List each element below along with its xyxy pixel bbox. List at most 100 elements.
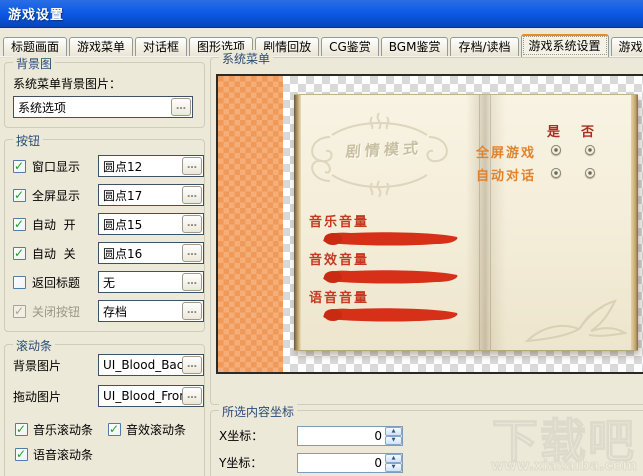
value-field[interactable]: 圆点12 … (98, 155, 204, 177)
scrollbar-drag-row: 拖动图片 UI_Blood_Front … (13, 385, 204, 407)
system-menu-bg-label: 系统菜单背景图片： (13, 77, 122, 91)
fold-line (490, 95, 491, 350)
browse-button[interactable]: … (182, 157, 202, 175)
scrollbar-bg-row: 背景图片 UI_Blood_Back … (13, 354, 204, 376)
x-coord-label: X坐标： (219, 429, 264, 443)
checkbox-window-display[interactable]: ✓ (13, 159, 26, 173)
orange-checker-strip (218, 76, 283, 372)
tab-title-screen[interactable]: 标题画面 (3, 37, 68, 57)
group-title: 滚动条 (13, 337, 56, 354)
y-coord-label: Y坐标： (219, 456, 263, 470)
y-coord-row: Y坐标： 0 ▲ ▼ (219, 452, 643, 473)
value-field[interactable]: 圆点15 … (98, 213, 204, 235)
button-row-return-title: 返回标题 无 … (13, 271, 204, 293)
row-label: 音效滚动条 (126, 423, 187, 437)
spinner-up-icon[interactable]: ▲ (385, 453, 402, 463)
checkbox-auto-on[interactable]: ✓ (13, 216, 26, 231)
value-field[interactable]: 圆点17 … (98, 184, 204, 206)
scrollbar-group: 滚动条 背景图片 UI_Blood_Back … 拖动图片 UI_Blood_F… (4, 337, 205, 476)
group-title: 系统菜单 (219, 50, 274, 67)
button-row-close-button: ✓ 关闭按钮 存档 … (13, 300, 204, 322)
tab-game-menu[interactable]: 游戏菜单 (69, 37, 134, 57)
checkbox-sfx-scrollbar[interactable]: ✓ (108, 422, 122, 436)
voice-volume-slider[interactable] (321, 307, 461, 323)
tab-bgm-gallery[interactable]: BGM鉴赏 (380, 37, 449, 57)
fold-line (479, 95, 480, 350)
checkbox-auto-off[interactable]: ✓ (13, 245, 26, 260)
checkbox-voice-scrollbar[interactable]: ✓ (15, 447, 28, 461)
phoenix-ornament-icon (524, 299, 628, 343)
tab-game-system-settings[interactable]: 游戏系统设置 (520, 34, 609, 57)
spinner-up-icon[interactable]: ▲ (385, 426, 402, 436)
auto-dialog-label: 自动对话 (476, 169, 537, 184)
button-row-auto-on: ✓ 自动 开 圆点15 … (13, 213, 204, 235)
browse-button[interactable]: … (182, 244, 202, 262)
row-label: 音乐滚动条 (33, 423, 94, 437)
sfx-volume-slider[interactable] (321, 269, 461, 285)
yes-label: 是 (547, 125, 562, 140)
fullscreen-game-label: 全屏游戏 (476, 146, 537, 161)
check-icon: ✓ (109, 422, 120, 436)
background-image-group: 背景图 系统菜单背景图片： 系统选项 … (4, 55, 205, 128)
book-right-edge (631, 95, 638, 350)
game-settings-window: 游戏设置 标题画面 游戏菜单 对话框 图形选项 剧情回放 CG鉴赏 BGM鉴赏 … (0, 0, 643, 476)
scrollbar-drag-field[interactable]: UI_Blood_Front … (98, 385, 204, 407)
x-coord-input[interactable]: 0 ▲ ▼ (297, 425, 403, 446)
checkbox-close-button: ✓ (13, 303, 26, 318)
radio-autodialog-yes[interactable] (551, 168, 561, 178)
checkbox-fullscreen-display[interactable]: ✓ (13, 188, 26, 202)
music-volume-label: 音乐音量 (309, 215, 370, 230)
book-spine-edge (294, 95, 301, 350)
check-icon: ✓ (14, 245, 25, 260)
spinner-down-icon[interactable]: ▼ (385, 435, 402, 445)
spinner-down-icon[interactable]: ▼ (385, 462, 402, 472)
value-field[interactable]: 无 … (98, 271, 204, 293)
row-label: 自动 开 (32, 217, 76, 232)
checkbox-music-scrollbar[interactable]: ✓ (15, 422, 28, 436)
music-volume-slider[interactable] (321, 231, 461, 247)
tab-save-load[interactable]: 存档/读档 (450, 37, 519, 57)
browse-button[interactable]: … (182, 302, 202, 320)
row-label: 返回标题 (32, 275, 81, 290)
tab-dialog-box[interactable]: 对话框 (135, 37, 188, 57)
no-label: 否 (581, 125, 596, 140)
y-coord-spinner: ▲ ▼ (385, 453, 402, 472)
story-mode-watermark: 剧情模式 (344, 139, 423, 161)
browse-button[interactable]: … (182, 186, 202, 204)
check-icon: ✓ (16, 422, 27, 436)
browse-button[interactable]: … (182, 273, 202, 291)
system-menu-preview[interactable]: 剧情模式 音乐音量 音效音量 语音音量 是 否 全屏游戏 自动对话 (216, 74, 643, 374)
checkbox-return-title[interactable] (13, 275, 26, 289)
row-label: 语音滚动条 (33, 448, 94, 462)
scrollbar-bg-field[interactable]: UI_Blood_Back … (98, 354, 204, 376)
window-titlebar[interactable]: 游戏设置 (0, 0, 643, 28)
row-label: 全屏显示 (32, 188, 81, 203)
radio-fullscreen-yes[interactable] (551, 145, 561, 155)
tab-cg-gallery[interactable]: CG鉴赏 (321, 37, 379, 57)
value-field[interactable]: 存档 … (98, 300, 204, 322)
row-label: 关闭按钮 (32, 304, 81, 319)
tab-game-general[interactable]: 游戏总设 (610, 37, 643, 57)
window-title: 游戏设置 (8, 8, 65, 23)
book-preview: 剧情模式 音乐音量 音效音量 语音音量 是 否 全屏游戏 自动对话 (294, 94, 638, 351)
row-label: 背景图片 (13, 358, 62, 373)
radio-autodialog-no[interactable] (585, 168, 595, 178)
system-menu-bg-field[interactable]: 系统选项 … (13, 96, 193, 118)
browse-button[interactable]: … (171, 98, 191, 116)
y-coord-input[interactable]: 0 ▲ ▼ (297, 452, 403, 473)
button-row-auto-off: ✓ 自动 关 圆点16 … (13, 242, 204, 264)
sfx-volume-label: 音效音量 (309, 253, 370, 268)
x-coord-row: X坐标： 0 ▲ ▼ (219, 425, 643, 446)
selected-content-coords-group: 所选内容坐标 X坐标： 0 ▲ ▼ Y坐标： 0 ▲ ▼ (210, 403, 643, 476)
check-icon: ✓ (14, 216, 25, 231)
buttons-group: 按钮 ✓ 窗口显示 圆点12 … ✓ 全屏显示 圆点17 … ✓ 自动 开 圆点… (4, 132, 205, 332)
browse-button[interactable]: … (182, 215, 202, 233)
value-field[interactable]: 圆点16 … (98, 242, 204, 264)
button-row-fullscreen-display: ✓ 全屏显示 圆点17 … (13, 184, 204, 206)
check-icon: ✓ (14, 303, 25, 318)
tab-strip: 标题画面 游戏菜单 对话框 图形选项 剧情回放 CG鉴赏 BGM鉴赏 存档/读档… (3, 34, 643, 57)
group-title: 按钮 (13, 132, 44, 149)
radio-fullscreen-no[interactable] (585, 145, 595, 155)
browse-button[interactable]: … (182, 387, 202, 405)
browse-button[interactable]: … (182, 356, 202, 374)
